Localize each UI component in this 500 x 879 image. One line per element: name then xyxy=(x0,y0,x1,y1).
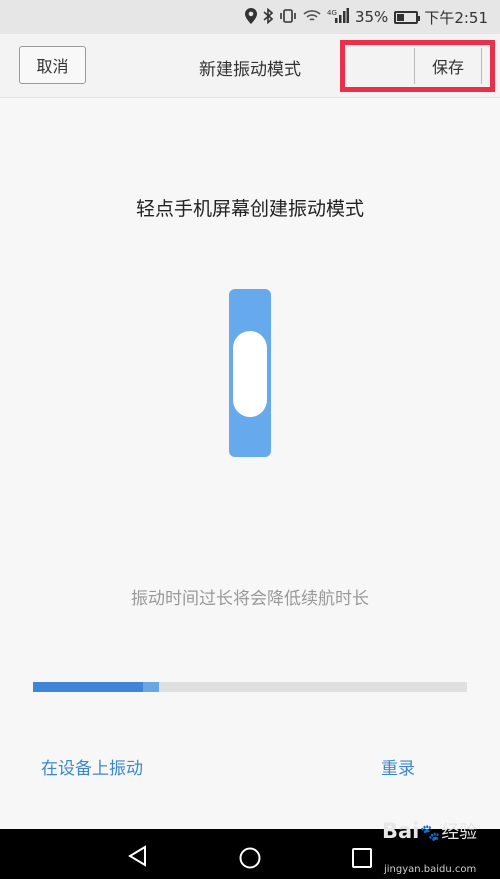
recording-progress-bar xyxy=(33,682,467,692)
progress-tip xyxy=(143,682,159,692)
battery-percent: 35% xyxy=(354,8,389,26)
recent-apps-icon[interactable] xyxy=(352,848,372,872)
status-time: 下午2:51 xyxy=(424,8,488,27)
save-button[interactable]: 保存 xyxy=(414,48,482,84)
watermark-url: jingyan.baidu.com xyxy=(384,864,477,875)
battery-warning-text: 振动时间过长将会降低续航时长 xyxy=(131,589,369,609)
back-icon[interactable] xyxy=(127,845,149,871)
band-icon[interactable] xyxy=(229,289,271,461)
instruction-text: 轻点手机屏幕创建振动模式 xyxy=(135,198,364,220)
location-icon xyxy=(244,7,257,27)
rerecord-button[interactable]: 重录 xyxy=(381,754,415,779)
watermark-brand-left: Bai xyxy=(382,819,420,843)
battery-icon xyxy=(394,10,421,24)
progress-fill xyxy=(33,682,143,692)
baidu-jingyan-watermark: Bai🐾经验 jingyan.baidu.com xyxy=(382,818,478,875)
vibrate-icon xyxy=(279,8,297,26)
bluetooth-icon xyxy=(263,7,274,27)
paw-icon: 🐾 xyxy=(420,823,441,842)
header-bar: 取消 新建振动模式 保存 xyxy=(0,34,500,98)
vibrate-on-device-button[interactable]: 在设备上振动 xyxy=(41,754,143,779)
wifi-icon xyxy=(303,9,321,26)
watermark-brand-right: 经验 xyxy=(441,822,478,843)
signal-icon: 4G xyxy=(327,8,349,26)
status-bar: 4G 35% 下午2:51 xyxy=(0,0,500,34)
svg-text:4G: 4G xyxy=(327,9,337,17)
home-icon[interactable] xyxy=(239,847,261,873)
